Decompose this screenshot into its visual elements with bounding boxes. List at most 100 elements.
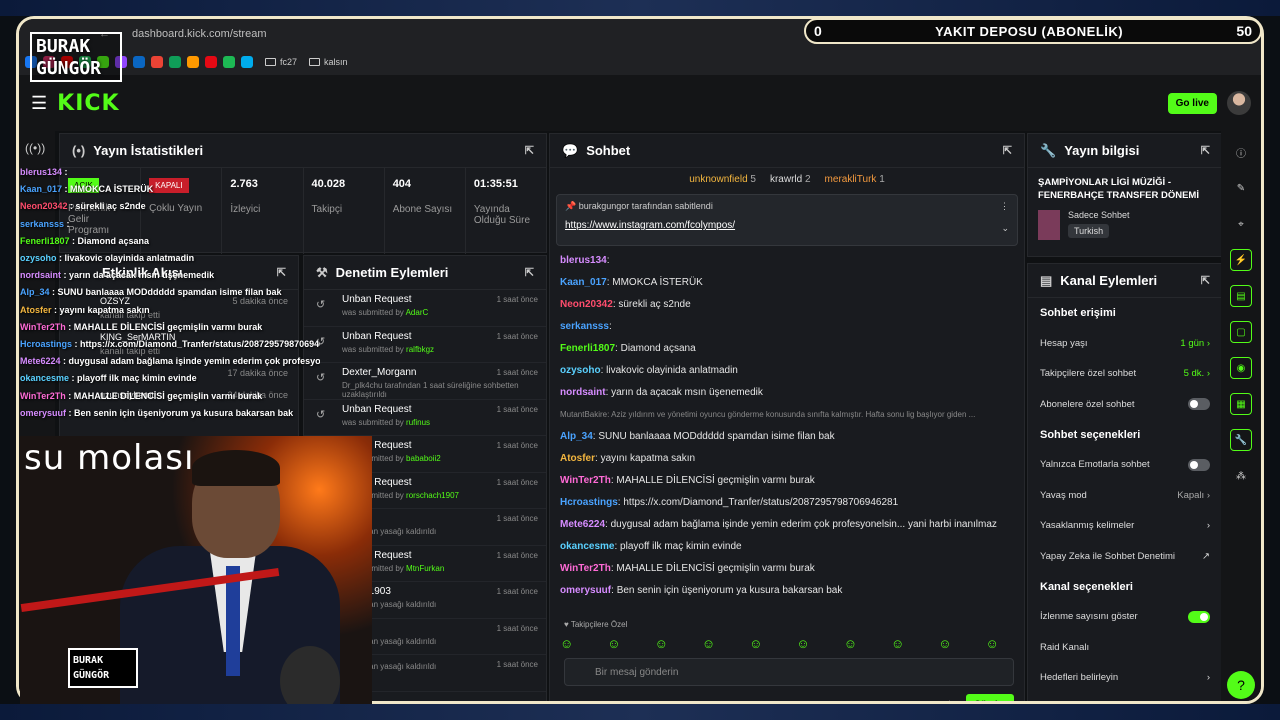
chat-message[interactable]: Mete6224: duygusal adam bağlama işinde y… [560,514,1014,536]
chat-username[interactable]: blerus134 [560,255,607,266]
emote-icon[interactable]: ☺ [560,636,573,651]
chat-message[interactable]: nordsaint: yarın da açacak msın üşenemed… [560,382,1014,404]
chat-message[interactable]: omerysuuf: Ben senin için üşeniyorum ya … [560,580,1014,602]
chat-username[interactable]: Hcroastings [560,497,618,508]
chat-message[interactable]: blerus134: [560,250,1014,272]
chat-message[interactable]: serkansss: [560,316,1014,338]
ai-moderation-row[interactable]: Yapay Zeka ile Sohbet Denetimi ↗ [1028,541,1222,572]
url-text[interactable]: dashboard.kick.com/stream [132,28,267,40]
chat-username[interactable]: okancesme [560,541,614,552]
bookmark-icon[interactable] [241,56,253,68]
chat-input[interactable]: Bir mesaj gönderin [564,658,1014,686]
top-gifter-1[interactable]: unknownfield 5 [689,174,756,185]
info-icon[interactable]: ⓘ [1230,141,1252,163]
emote-icon[interactable]: ☺ [607,636,620,651]
show-views-toggle[interactable] [1188,610,1210,623]
chat-message[interactable]: Alp_34: SUNU banlaaaa MODddddd spamdan i… [560,426,1014,448]
chat-username[interactable]: Alp_34 [560,431,593,442]
chat-username[interactable]: serkansss [560,321,609,332]
chat-message[interactable]: Kaan_017: MMOKCA İSTERÜK [560,272,1014,294]
chat-username[interactable]: Atosfer [560,453,595,464]
popout-icon[interactable]: ⇱ [525,144,534,157]
emote-icon[interactable]: ☺ [986,636,999,651]
document-icon[interactable]: ▤ [1230,285,1252,307]
live-icon[interactable]: ((•)) [25,141,49,155]
moderation-item[interactable]: ↺ Unban Request was submitted by ralfbkgz 1… [304,327,546,363]
top-gifter-2[interactable]: krawrld 2 [770,174,811,185]
emote-icon[interactable]: ☺ [655,636,668,651]
moderation-item[interactable]: ↺ Unban Request was submitted by rufinus 1 … [304,400,546,436]
emote-only-toggle[interactable] [1188,458,1210,471]
pinned-link[interactable]: https://www.instagram.com/fcolympos/ [565,220,1009,231]
avatar[interactable] [1227,91,1251,115]
chat-username[interactable]: Mete6224 [560,519,605,530]
help-icon[interactable]: ? [1227,671,1255,699]
emote-icon[interactable]: ☺ [796,636,809,651]
popout-icon[interactable]: ⇱ [1003,144,1012,157]
kick-logo[interactable]: KICK [57,91,119,116]
edit-icon[interactable]: ✎ [1230,177,1252,199]
slow-mode-row[interactable]: Yavaş mod Kapalı › [1028,480,1222,511]
people-icon[interactable]: ⁂ [1230,465,1252,487]
chat-message[interactable]: Hcroastings: https://x.com/Diamond_Tranf… [560,492,1014,514]
chevron-down-icon[interactable]: ⌄ [1001,223,1009,234]
chat-bubble-icon[interactable]: ▢ [1230,321,1252,343]
raid-row[interactable]: Raid Kanalı [1028,632,1222,663]
linkedin-icon[interactable] [133,56,145,68]
spotify-icon[interactable] [223,56,235,68]
banned-words-row[interactable]: Yasaklanmış kelimeler › [1028,511,1222,542]
fuel-title: YAKIT DEPOSU (ABONELİK) [935,23,1124,39]
chat-message[interactable]: ozysoho: livakovic olayinida anlatmadin [560,360,1014,382]
panel-header: 💬 Sohbet ⇱ [550,134,1024,168]
gmail-icon[interactable] [151,56,163,68]
amazon-icon[interactable] [187,56,199,68]
goals-row[interactable]: Hedefleri belirleyin › [1028,663,1222,694]
target-icon[interactable]: ⌖ [1230,213,1252,235]
subs-only-toggle[interactable] [1188,398,1210,411]
chat-username[interactable]: WinTer2Th [560,475,611,486]
emote-icon[interactable]: ☺ [844,636,857,651]
account-age-row[interactable]: Hesap yaşı 1 gün › [1028,328,1222,359]
followers-chat-row[interactable]: Takipçilere özel sohbet 5 dk. › [1028,359,1222,390]
chat-message[interactable]: Fenerli1807: Diamond açsana [560,338,1014,360]
menu-icon[interactable]: ☰ [31,93,47,114]
popout-icon[interactable]: ⇱ [1201,144,1210,157]
moderation-item[interactable]: ↺ Unban Request was submitted by AdarC 1 sa… [304,290,546,327]
chat-message[interactable]: okancesme: playoff ilk maç kimin evinde [560,536,1014,558]
chat-username[interactable]: omerysuuf [560,585,611,596]
top-gifter-3[interactable]: merakliTurk 1 [825,174,885,185]
emote-icon[interactable]: ☺ [891,636,904,651]
bookmark-folder-kalsin[interactable]: kalsın [309,57,348,67]
chat-username[interactable]: Neon20342 [560,299,613,310]
emote-icon[interactable]: ☺ [938,636,951,651]
popout-icon[interactable]: ⇱ [1201,274,1210,287]
chat-message[interactable]: Neon20342: sürekli aç s2nde [560,294,1014,316]
layers-icon[interactable]: ▦ [1230,393,1252,415]
category[interactable]: Sadece Sohbet [1068,210,1130,220]
lightning-icon[interactable]: ⚡ [1230,249,1252,271]
popout-icon[interactable]: ⇱ [525,266,534,279]
go-live-button[interactable]: Go live [1167,93,1217,114]
chat-username[interactable]: ozysoho [560,365,601,376]
more-icon[interactable]: ⋮ [1000,201,1009,212]
bookmark-folder-fc27[interactable]: fc27 [265,57,297,67]
netflix-icon[interactable] [205,56,217,68]
emote-icon[interactable]: ☺ [749,636,762,651]
moderation-item[interactable]: ↺ Dexter_Morgann Dr_plk4chu tarafından 1 s… [304,363,546,400]
send-button[interactable]: Gönder [965,694,1014,701]
infinity-icon[interactable]: ∞ [564,700,571,702]
emote-icon[interactable]: ☺ [702,636,715,651]
drive-icon[interactable] [169,56,181,68]
chat-username[interactable]: Fenerli1807 [560,343,615,354]
chat-panel: 💬 Sohbet ⇱ unknownfield 5 krawrld 2 merakl… [549,133,1025,702]
chat-username[interactable]: Kaan_017 [560,277,607,288]
settings-icon[interactable]: ⚙ [945,700,954,702]
chat-message[interactable]: Atosfer: yayını kapatma sakın [560,448,1014,470]
chat-username[interactable]: nordsaint [560,387,606,398]
broadcast-icon[interactable]: ◉ [1230,357,1252,379]
fuel-left: 0 [814,23,822,39]
wrench-icon[interactable]: 🔧 [1230,429,1252,451]
chat-message[interactable]: WinTer2Th: MAHALLE DİLENCİSİ geçmişlin v… [560,558,1014,580]
chat-username[interactable]: WinTer2Th [560,563,611,574]
chat-message[interactable]: WinTer2Th: MAHALLE DİLENCİSİ geçmişlin v… [560,470,1014,492]
